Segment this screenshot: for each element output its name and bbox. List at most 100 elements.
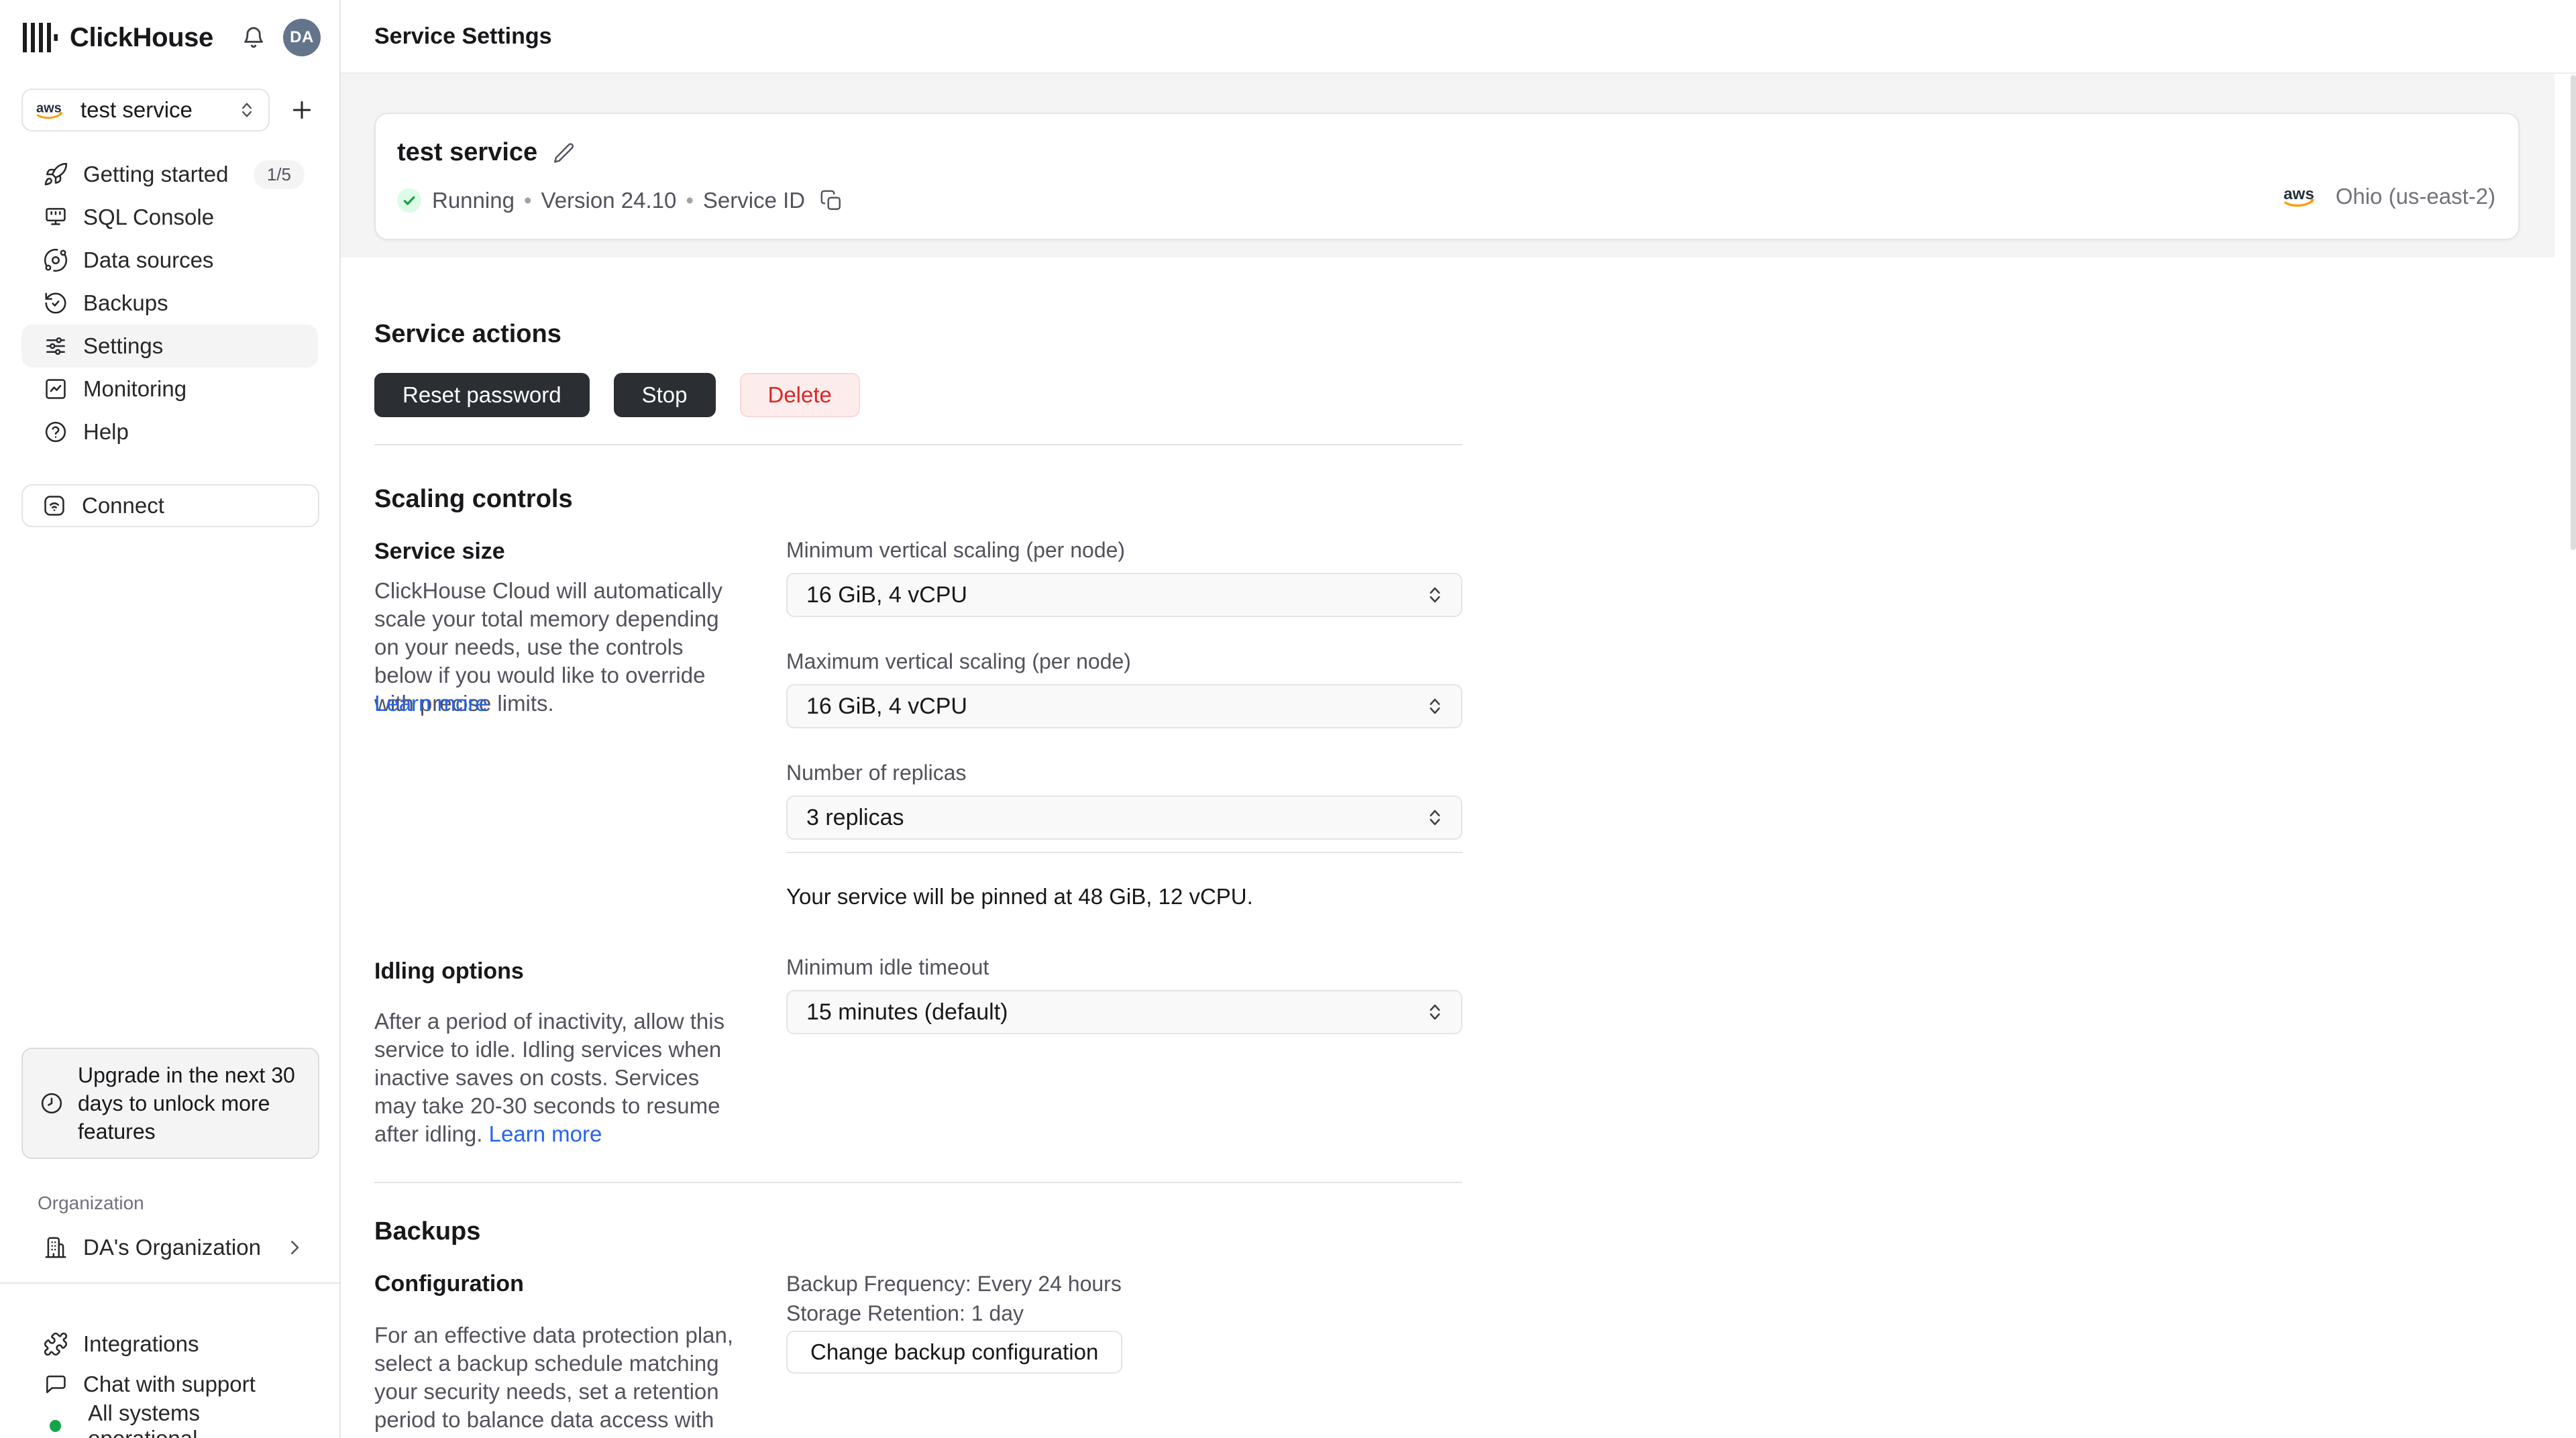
main-content: Service Settings test service Running • …	[341, 0, 2576, 1438]
sidebar-divider	[0, 1282, 339, 1284]
sidebar-item-label: Backups	[83, 290, 168, 315]
max-scaling-select[interactable]: 16 GiB, 4 vCPU	[786, 684, 1462, 728]
help-icon	[43, 419, 68, 445]
service-name: test service	[397, 138, 538, 166]
replicas-value: 3 replicas	[806, 804, 904, 830]
replicas-select[interactable]: 3 replicas	[786, 795, 1462, 840]
getting-started-progress-badge: 1/5	[253, 160, 305, 189]
service-id-label: Service ID	[702, 188, 806, 213]
stop-button[interactable]: Stop	[613, 373, 716, 417]
svg-text:aws: aws	[2284, 185, 2314, 203]
backup-configuration-title: Configuration	[374, 1271, 524, 1296]
chat-support-label: Chat with support	[83, 1372, 256, 1396]
sidebar-item-backups[interactable]: Backups	[21, 282, 318, 325]
service-selector-row: aws test service	[21, 89, 318, 131]
vertical-scrollbar-thumb[interactable]	[2571, 75, 2576, 550]
sidebar-item-sql-console[interactable]: SQL Console	[21, 196, 318, 239]
sidebar-item-label: Help	[83, 419, 129, 444]
backups-description: For an effective data protection plan, s…	[374, 1323, 734, 1438]
status-text: Running	[432, 188, 515, 213]
sidebar-item-label: Settings	[83, 333, 164, 358]
sidebar-item-monitoring[interactable]: Monitoring	[21, 368, 318, 410]
delete-button[interactable]: Delete	[739, 373, 860, 417]
system-status-label: All systems operational	[88, 1400, 200, 1438]
section-divider	[374, 1182, 1462, 1183]
upgrade-notice-text: Upgrade in the next 30 days to unlock mo…	[78, 1063, 295, 1144]
sidebar-item-settings[interactable]: Settings	[21, 325, 318, 368]
service-actions-title: Service actions	[374, 320, 561, 348]
idle-timeout-label: Minimum idle timeout	[786, 955, 989, 979]
bullet-separator: •	[523, 188, 532, 213]
storage-retention-text: Storage Retention: 1 day	[786, 1301, 1024, 1325]
sidebar-item-integrations[interactable]: Integrations	[21, 1324, 318, 1364]
sidebar-nav: Getting started 1/5 SQL Console Data sou…	[0, 153, 339, 453]
clickhouse-logo-icon	[23, 21, 58, 54]
status-green-dot	[50, 1420, 62, 1432]
change-backup-configuration-button[interactable]: Change backup configuration	[786, 1331, 1123, 1374]
service-size-title: Service size	[374, 539, 505, 564]
max-scaling-value: 16 GiB, 4 vCPU	[806, 693, 967, 719]
status-check-icon	[397, 188, 421, 213]
min-scaling-label: Minimum vertical scaling (per node)	[786, 538, 1126, 562]
chat-bubble-icon	[43, 1372, 68, 1397]
backup-history-icon	[43, 290, 68, 316]
sidebar: ClickHouse DA aws test service Getting s…	[0, 0, 341, 1438]
idling-learn-more-link[interactable]: Learn more	[489, 1121, 602, 1146]
upgrade-notice-card[interactable]: Upgrade in the next 30 days to unlock mo…	[21, 1048, 319, 1159]
section-divider	[374, 444, 1462, 445]
min-scaling-select[interactable]: 16 GiB, 4 vCPU	[786, 573, 1462, 617]
region-text: Ohio (us-east-2)	[2335, 184, 2496, 209]
connect-label: Connect	[82, 493, 164, 518]
sidebar-item-getting-started[interactable]: Getting started 1/5	[21, 153, 318, 196]
idle-timeout-value: 15 minutes (default)	[806, 999, 1008, 1025]
orbit-icon	[43, 247, 68, 273]
sidebar-item-chat-support[interactable]: Chat with support	[21, 1364, 318, 1404]
edit-pencil-icon[interactable]	[552, 142, 575, 164]
aws-logo-icon: aws	[2284, 184, 2322, 209]
service-status-row: Running • Version 24.10 • Service ID	[397, 188, 843, 213]
max-scaling-label: Maximum vertical scaling (per node)	[786, 649, 1131, 673]
form-divider	[786, 852, 1462, 853]
copy-icon[interactable]	[820, 189, 843, 212]
svg-text:aws: aws	[36, 101, 62, 115]
puzzle-icon	[43, 1331, 68, 1357]
reset-password-button[interactable]: Reset password	[374, 373, 590, 417]
organization-name: DA's Organization	[83, 1235, 261, 1260]
scaling-learn-more-link[interactable]: Learn more	[374, 691, 488, 716]
integrations-label: Integrations	[83, 1331, 199, 1356]
organization-row[interactable]: DA's Organization	[21, 1226, 318, 1269]
sidebar-item-data-sources[interactable]: Data sources	[21, 239, 318, 282]
add-service-button[interactable]	[286, 94, 318, 126]
system-status-item[interactable]: All systems operational	[21, 1400, 318, 1438]
connect-button[interactable]: Connect	[21, 484, 319, 527]
sliders-icon	[43, 333, 68, 359]
idle-timeout-select[interactable]: 15 minutes (default)	[786, 990, 1462, 1034]
idling-description: After a period of inactivity, allow this…	[374, 1007, 734, 1148]
clock-icon	[39, 1091, 64, 1116]
unfold-chevron-icon	[1425, 696, 1445, 716]
avatar[interactable]: DA	[283, 19, 321, 56]
bullet-separator: •	[686, 188, 694, 213]
service-summary-card: test service Running • Version 24.10 • S	[374, 113, 2520, 240]
unfold-chevron-icon	[1425, 808, 1445, 828]
sidebar-item-help[interactable]: Help	[21, 410, 318, 453]
monitoring-chart-icon	[43, 376, 68, 402]
building-icon	[43, 1235, 68, 1260]
idling-options-title: Idling options	[374, 958, 524, 984]
rocket-icon	[43, 162, 68, 187]
version-text: Version 24.10	[541, 188, 677, 213]
replicas-label: Number of replicas	[786, 761, 967, 785]
sidebar-item-label: Getting started	[83, 162, 229, 186]
chevron-right-icon	[284, 1237, 305, 1258]
page-header: Service Settings	[341, 0, 2576, 74]
scaling-controls-title: Scaling controls	[374, 485, 573, 513]
service-selector[interactable]: aws test service	[21, 89, 270, 131]
unfold-chevron-icon	[1425, 1002, 1445, 1022]
organization-section-label: Organization	[38, 1193, 144, 1213]
notifications-bell-icon[interactable]	[240, 24, 267, 51]
unfold-chevron-icon	[1425, 585, 1445, 605]
brand-row: ClickHouse DA	[0, 0, 339, 75]
sidebar-item-label: SQL Console	[83, 205, 215, 229]
sql-console-icon	[43, 205, 68, 230]
service-selector-value: test service	[80, 97, 193, 122]
